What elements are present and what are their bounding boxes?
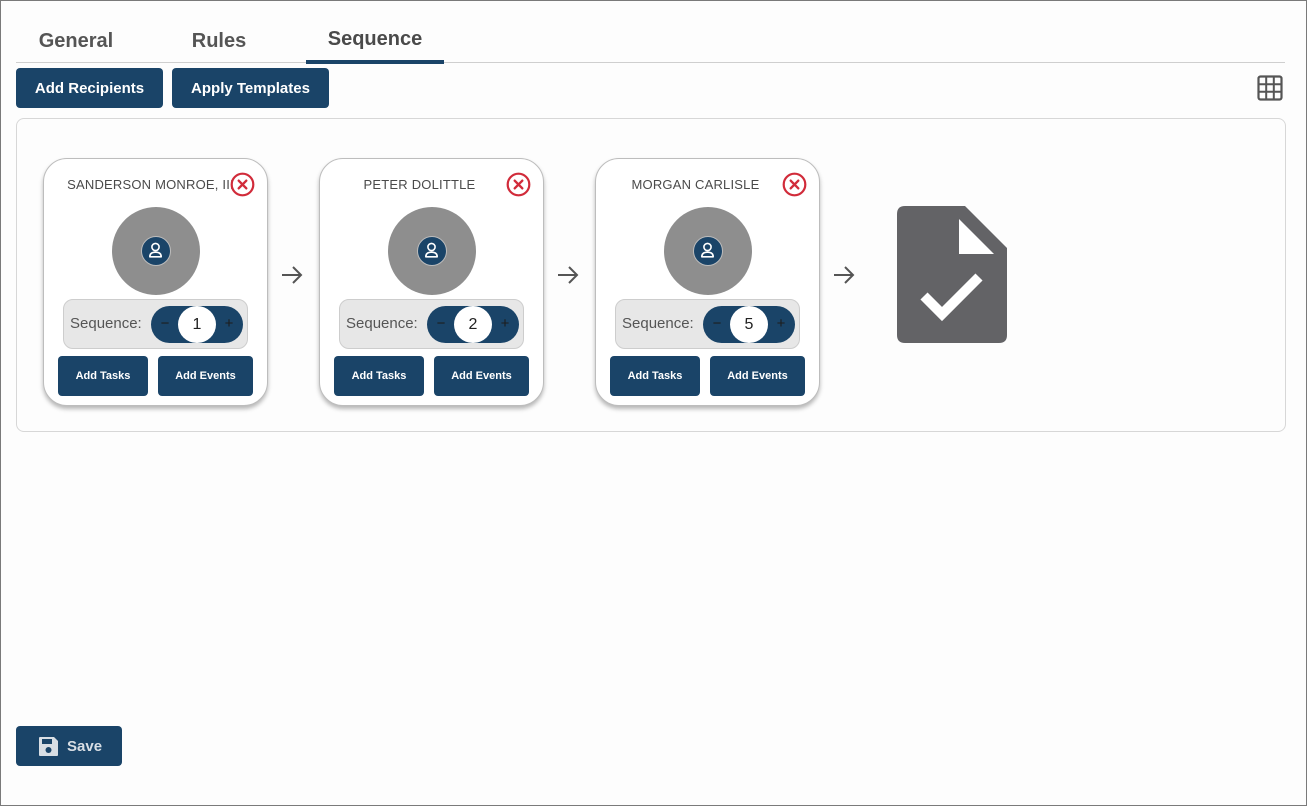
- arrow-right-icon: [282, 266, 303, 284]
- sequence-label: Sequence:: [70, 315, 142, 332]
- recipient-card: PETER DOLITTLE Sequence: − 2 + Add Tasks…: [319, 158, 544, 406]
- sequence-value[interactable]: 1: [178, 306, 216, 343]
- add-events-button[interactable]: Add Events: [710, 356, 805, 396]
- sequence-control: Sequence: − 1 +: [63, 299, 248, 349]
- close-circle-icon[interactable]: [506, 172, 531, 197]
- decrement-button[interactable]: −: [432, 314, 450, 334]
- sequence-label: Sequence:: [622, 315, 694, 332]
- increment-button[interactable]: +: [772, 314, 790, 334]
- save-button[interactable]: Save: [16, 726, 122, 766]
- sequence-control: Sequence: − 2 +: [339, 299, 524, 349]
- add-recipients-button[interactable]: Add Recipients: [16, 68, 163, 108]
- recipient-name: MORGAN CARLISLE: [631, 177, 760, 192]
- user-icon: [701, 242, 714, 258]
- tab-bar: General Rules Sequence: [16, 16, 1285, 64]
- add-tasks-button[interactable]: Add Tasks: [610, 356, 700, 396]
- sequence-stepper: − 5 +: [703, 306, 795, 343]
- decrement-button[interactable]: −: [156, 314, 174, 334]
- add-events-button[interactable]: Add Events: [434, 356, 529, 396]
- grid-view-icon[interactable]: [1257, 75, 1283, 101]
- add-events-button[interactable]: Add Events: [158, 356, 253, 396]
- sequence-label: Sequence:: [346, 315, 418, 332]
- recipient-name: SANDERSON MONROE, III: [67, 177, 234, 192]
- close-circle-icon[interactable]: [230, 172, 255, 197]
- tab-rules[interactable]: Rules: [166, 18, 272, 64]
- sequence-value[interactable]: 2: [454, 306, 492, 343]
- recipient-name: PETER DOLITTLE: [363, 177, 476, 192]
- add-tasks-button[interactable]: Add Tasks: [58, 356, 148, 396]
- arrow-right-icon: [834, 266, 855, 284]
- recipient-card: SANDERSON MONROE, III Sequence: − 1 + Ad…: [43, 158, 268, 406]
- tab-sequence[interactable]: Sequence: [306, 16, 444, 64]
- sequence-stepper: − 1 +: [151, 306, 243, 343]
- user-icon: [425, 242, 438, 258]
- close-circle-icon[interactable]: [782, 172, 807, 197]
- decrement-button[interactable]: −: [708, 314, 726, 334]
- add-tasks-button[interactable]: Add Tasks: [334, 356, 424, 396]
- document-check-icon: [897, 206, 1007, 343]
- sequence-control: Sequence: − 5 +: [615, 299, 800, 349]
- increment-button[interactable]: +: [496, 314, 514, 334]
- floppy-disk-icon: [39, 736, 58, 756]
- sequence-canvas: SANDERSON MONROE, III Sequence: − 1 + Ad…: [16, 118, 1286, 432]
- avatar: [388, 207, 476, 295]
- sequence-stepper: − 2 +: [427, 306, 519, 343]
- increment-button[interactable]: +: [220, 314, 238, 334]
- save-label: Save: [67, 737, 103, 755]
- apply-templates-button[interactable]: Apply Templates: [172, 68, 329, 108]
- user-icon: [149, 242, 162, 258]
- recipient-card: MORGAN CARLISLE Sequence: − 5 + Add Task…: [595, 158, 820, 406]
- avatar: [112, 207, 200, 295]
- tab-general[interactable]: General: [16, 18, 136, 64]
- arrow-right-icon: [558, 266, 579, 284]
- avatar: [664, 207, 752, 295]
- sequence-value[interactable]: 5: [730, 306, 768, 343]
